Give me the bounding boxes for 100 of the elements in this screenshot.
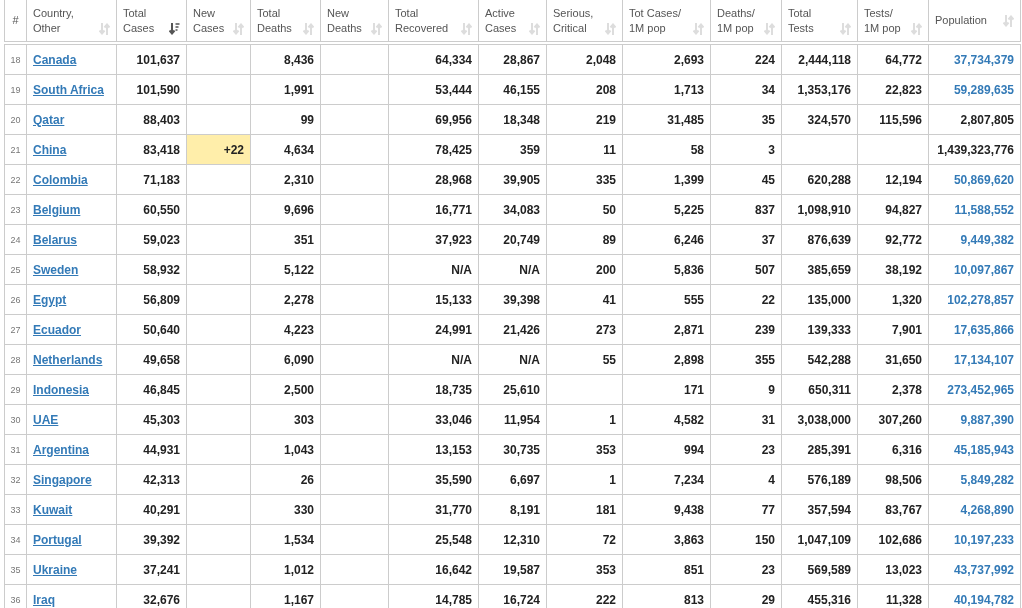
country-link[interactable]: Qatar xyxy=(33,112,65,127)
table-cell: 6,316 xyxy=(857,434,929,465)
table-cell: 101,637 xyxy=(116,43,187,75)
table-cell: 5,225 xyxy=(622,194,711,225)
table-cell: 8,436 xyxy=(250,43,321,75)
table-cell: 18,735 xyxy=(388,374,479,405)
table-cell: 355 xyxy=(710,344,782,375)
row-number: 21 xyxy=(4,134,27,165)
table-cell: 8,191 xyxy=(478,494,547,525)
table-cell: 5,122 xyxy=(250,254,321,285)
table-cell: 13,153 xyxy=(388,434,479,465)
country-link[interactable]: Iraq xyxy=(33,592,55,607)
country-link[interactable]: UAE xyxy=(33,412,59,427)
table-cell: 55 xyxy=(546,344,623,375)
table-cell: 101,590 xyxy=(116,74,187,105)
country-link[interactable]: China xyxy=(33,142,67,157)
table-cell: N/A xyxy=(478,254,547,285)
table-cell: 92,772 xyxy=(857,224,929,255)
table-cell: 357,594 xyxy=(781,494,858,525)
table-cell: 4,223 xyxy=(250,314,321,345)
column-header: # xyxy=(12,13,19,28)
table-cell: 102,686 xyxy=(857,524,929,555)
table-cell: 35,590 xyxy=(388,464,479,495)
table-cell: 83,418 xyxy=(116,134,187,165)
row-number: 27 xyxy=(4,314,27,345)
table-cell: 18,348 xyxy=(478,104,547,135)
table-cell: 56,809 xyxy=(116,284,187,315)
table-cell: 569,589 xyxy=(781,554,858,585)
new-cases-cell: +22 xyxy=(186,134,251,165)
table-cell: 1 xyxy=(546,404,623,435)
table-cell: 335 xyxy=(546,164,623,195)
row-number: 22 xyxy=(4,164,27,195)
table-cell: 45,303 xyxy=(116,404,187,435)
table-cell: 11,954 xyxy=(478,404,547,435)
table-cell: 16,642 xyxy=(388,554,479,585)
table-cell: 37 xyxy=(710,224,782,255)
table-cell: 2,278 xyxy=(250,284,321,315)
row-number: 26 xyxy=(4,284,27,315)
table-cell: 59,023 xyxy=(116,224,187,255)
table-cell: 21,426 xyxy=(478,314,547,345)
table-cell: 30,735 xyxy=(478,434,547,465)
table-cell: 16,771 xyxy=(388,194,479,225)
table-cell: 239 xyxy=(710,314,782,345)
table-cell: 6,697 xyxy=(478,464,547,495)
table-cell: 22,823 xyxy=(857,74,929,105)
table-cell: 1,043 xyxy=(250,434,321,465)
table-cell: 38,192 xyxy=(857,254,929,285)
table-cell: 3,863 xyxy=(622,524,711,555)
table-cell: 353 xyxy=(546,554,623,585)
table-cell: 31,650 xyxy=(857,344,929,375)
table-cell: 139,333 xyxy=(781,314,858,345)
table-cell: 45 xyxy=(710,164,782,195)
row-number: 30 xyxy=(4,404,27,435)
table-cell: 44,931 xyxy=(116,434,187,465)
table-cell: 1,012 xyxy=(250,554,321,585)
table-cell: 2,310 xyxy=(250,164,321,195)
table-cell: 50 xyxy=(546,194,623,225)
table-cell: 171 xyxy=(622,374,711,405)
table-cell: 37,241 xyxy=(116,554,187,585)
table-cell: N/A xyxy=(388,254,479,285)
table-cell: 42,313 xyxy=(116,464,187,495)
table-cell: 20,749 xyxy=(478,224,547,255)
table-cell: 15,133 xyxy=(388,284,479,315)
row-number: 24 xyxy=(4,224,27,255)
table-cell: 60,550 xyxy=(116,194,187,225)
table-cell: 64,334 xyxy=(388,43,479,75)
table-cell: 1,098,910 xyxy=(781,194,858,225)
table-cell: 4 xyxy=(710,464,782,495)
table-cell: 6,246 xyxy=(622,224,711,255)
table-cell: 9 xyxy=(710,374,782,405)
table-cell: 12,194 xyxy=(857,164,929,195)
table-cell: 64,772 xyxy=(857,43,929,75)
row-number: 29 xyxy=(4,374,27,405)
sort-icon[interactable] xyxy=(169,22,180,35)
table-cell: 2,898 xyxy=(622,344,711,375)
table-cell: 2,378 xyxy=(857,374,929,405)
row-number: 20 xyxy=(4,104,27,135)
country-link[interactable]: Egypt xyxy=(33,292,67,307)
column-header[interactable]: Population xyxy=(935,13,987,28)
table-cell: 78,425 xyxy=(388,134,479,165)
table-cell: 28,968 xyxy=(388,164,479,195)
table-cell: 507 xyxy=(710,254,782,285)
table-cell: 994 xyxy=(622,434,711,465)
table-cell: 7,901 xyxy=(857,314,929,345)
table-cell: 28,867 xyxy=(478,43,547,75)
table-cell: 77 xyxy=(710,494,782,525)
row-number: 33 xyxy=(4,494,27,525)
table-cell: 4,634 xyxy=(250,134,321,165)
row-number: 23 xyxy=(4,194,27,225)
table-cell: 219 xyxy=(546,104,623,135)
table-cell: 72 xyxy=(546,524,623,555)
table-cell: 39,905 xyxy=(478,164,547,195)
table-cell: 23 xyxy=(710,554,782,585)
row-number: 32 xyxy=(4,464,27,495)
table-cell: 99 xyxy=(250,104,321,135)
table-cell: 98,506 xyxy=(857,464,929,495)
table-cell: 208 xyxy=(546,74,623,105)
table-cell: 2,500 xyxy=(250,374,321,405)
table-cell: 1,320 xyxy=(857,284,929,315)
row-number: 36 xyxy=(4,584,27,608)
